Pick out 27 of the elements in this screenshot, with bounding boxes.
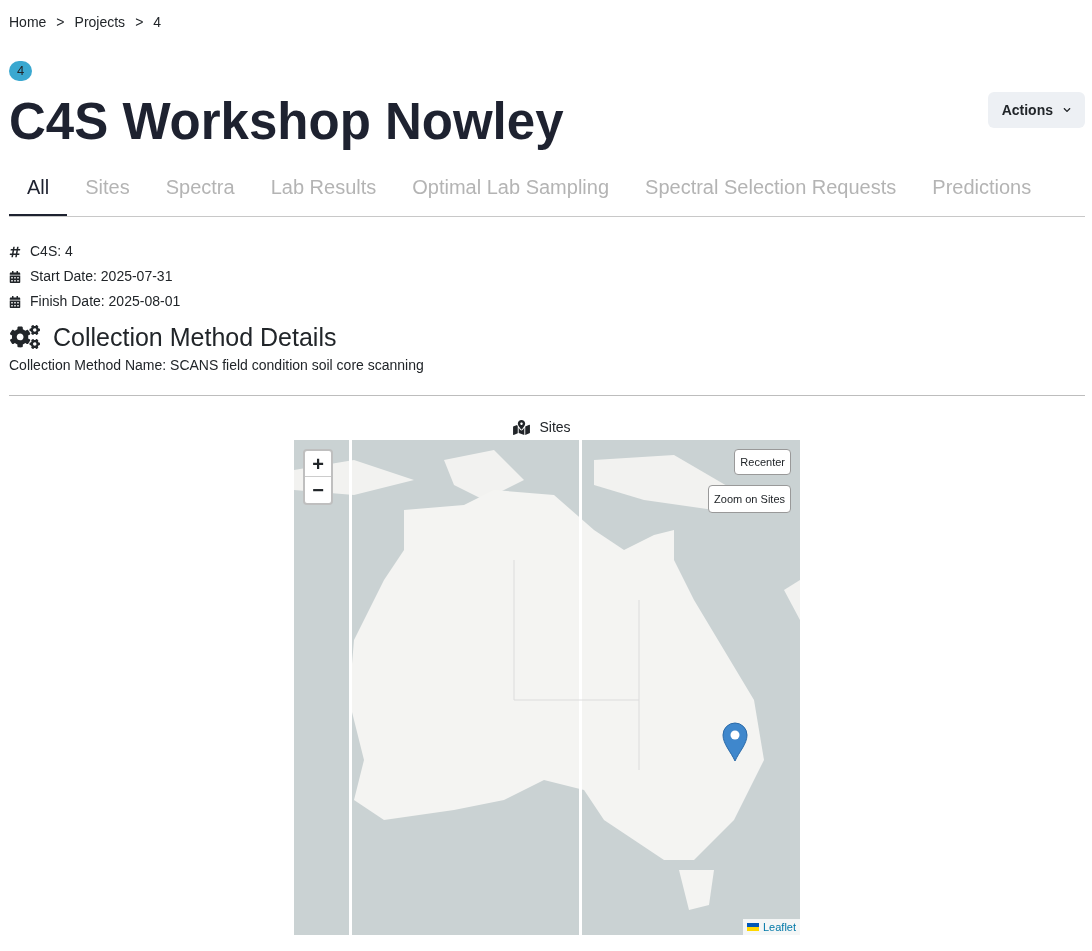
- collection-method-name: Collection Method Name: SCANS field condition soil core scanning: [9, 356, 425, 375]
- hash-icon: [9, 245, 21, 258]
- project-badge: 4: [9, 61, 33, 81]
- zoom-out-button[interactable]: −: [305, 477, 331, 503]
- breadcrumb-item[interactable]: Home: [9, 12, 47, 33]
- detail-text: Start Date: 2025-07-31: [30, 267, 173, 286]
- breadcrumb-item: 4: [153, 13, 162, 32]
- flag-icon: [746, 922, 759, 931]
- breadcrumb-separator: >: [56, 13, 65, 32]
- gears-icon: [9, 325, 41, 349]
- actions-button[interactable]: Actions: [987, 92, 1085, 128]
- calendar-icon: [9, 270, 21, 283]
- map-icon: [513, 420, 531, 435]
- breadcrumb-separator: >: [135, 13, 144, 32]
- chevron-icon: [1063, 106, 1071, 114]
- zoom-in-button[interactable]: +: [305, 451, 331, 477]
- map-title: Sites: [539, 418, 571, 437]
- calendar-icon: [9, 295, 21, 308]
- breadcrumb-item[interactable]: Projects: [74, 12, 126, 33]
- recenter-button[interactable]: Recenter: [734, 449, 791, 475]
- detail-text: Finish Date: 2025-08-01: [30, 292, 181, 311]
- section-heading: Collection Method Details: [53, 322, 337, 352]
- detail-text: C4S: 4: [30, 242, 73, 261]
- page-title: C4S Workshop Nowley: [9, 92, 564, 152]
- map-marker-icon: [722, 722, 748, 762]
- tab[interactable]: All: [9, 172, 68, 216]
- zoom-on-sites-button[interactable]: Zoom on Sites: [708, 485, 791, 513]
